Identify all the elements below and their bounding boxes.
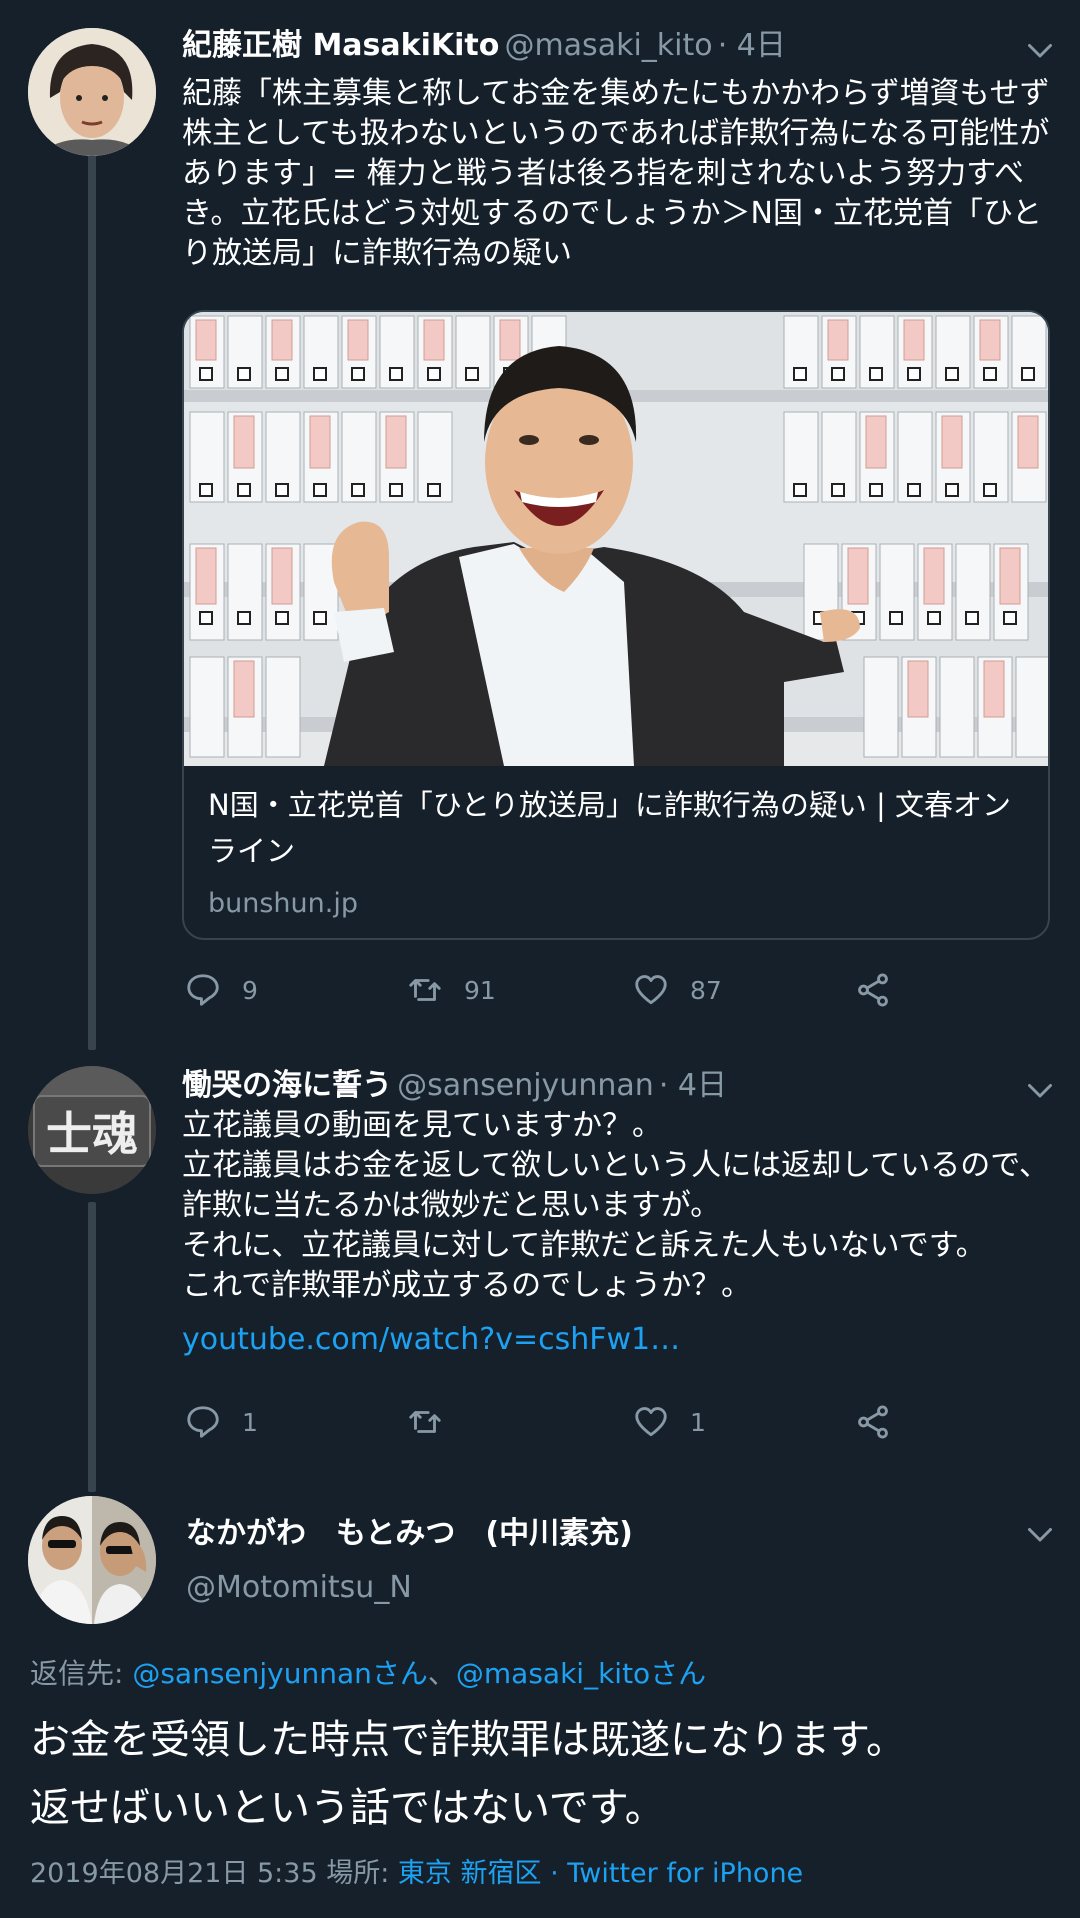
retweet-icon <box>409 979 441 1001</box>
tweet-header: 慟哭の海に誓う @sansenjyunnan · 4日 <box>182 1066 727 1110</box>
reply-to-user-link[interactable]: @masaki_kitoさん <box>456 1657 706 1690</box>
thread-line <box>88 150 96 1050</box>
tweet-time[interactable]: · 4日 <box>659 1068 727 1103</box>
timestamp: 2019年08月21日 5:35 <box>30 1858 318 1889</box>
chevron-down-icon[interactable] <box>1022 1072 1058 1108</box>
reply-icon <box>187 974 219 1006</box>
location-label: 場所: <box>317 1858 398 1889</box>
chevron-down-icon[interactable] <box>1022 32 1058 68</box>
tweet-text: 立花議員の動画を見ていますか？。 立花議員はお金を返して欲しいという人には返却し… <box>182 1108 1049 1303</box>
reply-button[interactable]: 9 <box>184 968 258 1012</box>
main-tweet-text-line1: お金を受領した時点で詐欺罪は既遂になります。 <box>30 1717 906 1763</box>
user-handle[interactable]: @Motomitsu_N <box>186 1568 412 1608</box>
display-name[interactable]: なかがわ もとみつ (中川素充) <box>186 1514 633 1554</box>
like-button[interactable]: 87 <box>632 968 722 1012</box>
avatar[interactable] <box>28 1496 156 1624</box>
photo-background <box>184 312 1048 766</box>
retweet-icon <box>409 1411 441 1433</box>
share-icon <box>858 1405 888 1439</box>
card-image <box>184 312 1048 766</box>
tweet-header: 紀藤正樹 MasakiKito @masaki_kito · 4日 <box>182 26 786 70</box>
share-button[interactable] <box>854 1400 892 1444</box>
main-tweet-text-line2: 返せばいいという話ではないです。 <box>30 1785 665 1831</box>
thread-line <box>88 1202 96 1492</box>
display-name[interactable]: 紀藤正樹 MasakiKito <box>182 28 499 63</box>
user-handle[interactable]: @sansenjyunnan <box>397 1068 654 1103</box>
reply-icon <box>187 1406 219 1438</box>
share-button[interactable] <box>854 968 892 1012</box>
tweet-text: 紀藤「株主募集と称してお金を集めたにもかかわらず増資もせず株主としても扱わないと… <box>182 76 1050 271</box>
card-title[interactable]: N国・立花党首「ひとり放送局」に詐欺行為の疑い | 文春オンライン <box>208 782 1028 874</box>
heart-icon <box>635 1407 667 1437</box>
reply-to-separator: 、 <box>427 1657 456 1690</box>
like-count: 1 <box>690 1407 706 1437</box>
retweet-count: 91 <box>464 975 496 1005</box>
retweet-button[interactable] <box>406 1400 464 1444</box>
avatar[interactable] <box>28 28 156 156</box>
retweet-button[interactable]: 91 <box>406 968 496 1012</box>
avatar[interactable]: 士魂 <box>28 1066 156 1194</box>
like-button[interactable]: 1 <box>632 1400 706 1444</box>
reply-to: 返信先: @sansenjyunnanさん、@masaki_kitoさん <box>30 1654 706 1694</box>
tweet-time[interactable]: · 4日 <box>718 28 786 63</box>
reply-count: 1 <box>242 1407 258 1437</box>
display-name[interactable]: 慟哭の海に誓う <box>182 1068 392 1103</box>
card-domain: bunshun.jp <box>208 888 358 919</box>
avatar-text: 士魂 <box>46 1107 138 1161</box>
chevron-down-icon[interactable] <box>1022 1516 1058 1552</box>
reply-count: 9 <box>242 975 258 1005</box>
reply-to-label: 返信先: <box>30 1657 133 1690</box>
tweet-meta: 2019年08月21日 5:35 場所: 東京 新宿区 · Twitter fo… <box>30 1854 803 1894</box>
heart-icon <box>635 975 667 1005</box>
user-handle[interactable]: @masaki_kito <box>504 28 712 63</box>
source-link[interactable]: · Twitter for iPhone <box>542 1858 803 1889</box>
like-count: 87 <box>690 975 722 1005</box>
link-card[interactable]: N国・立花党首「ひとり放送局」に詐欺行為の疑い | 文春オンライン bunshu… <box>182 310 1050 940</box>
share-icon <box>858 973 888 1007</box>
tweet-link[interactable]: youtube.com/watch?v=cshFw1… <box>182 1320 680 1360</box>
reply-to-user-link[interactable]: @sansenjyunnanさん <box>132 1657 428 1690</box>
reply-button[interactable]: 1 <box>184 1400 258 1444</box>
location-link[interactable]: 東京 新宿区 <box>398 1858 542 1889</box>
